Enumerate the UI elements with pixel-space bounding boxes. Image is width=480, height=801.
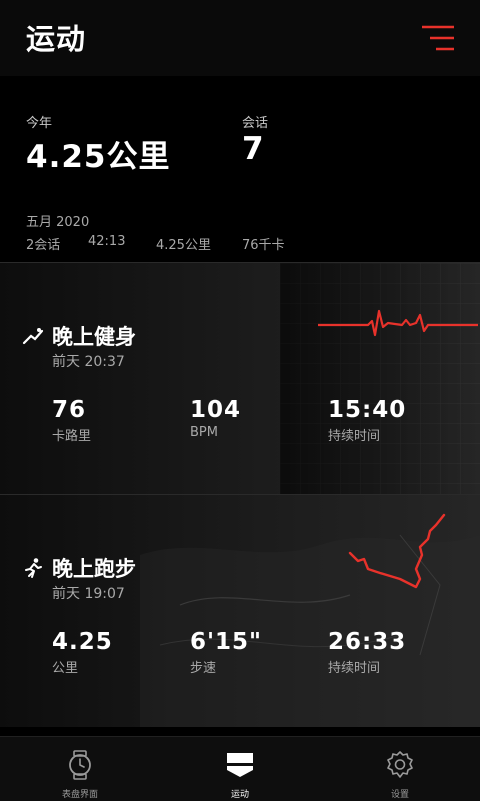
watch-icon	[69, 750, 91, 780]
workout-time: 前天 19:07	[52, 586, 125, 602]
stat-value-duration: 26:33	[328, 629, 407, 655]
stat-value-calories: 76	[52, 397, 87, 423]
gear-icon	[387, 751, 413, 778]
stat-label-pace: 步速	[190, 661, 217, 676]
menu-icon[interactable]	[420, 24, 456, 52]
stat-value-bpm: 104	[190, 397, 242, 423]
nav-item-workout[interactable]: 运动	[160, 737, 320, 801]
workout-name: 晚上跑步	[52, 557, 136, 581]
nav-label: 设置	[390, 790, 409, 800]
bottom-nav: 表盘界面 运动 设置	[0, 736, 480, 801]
workout-icon	[227, 753, 253, 777]
stat-label-distance: 公里	[52, 661, 79, 676]
grid-background	[280, 263, 480, 495]
workout-card-fitness[interactable]: 晚上健身 前天 20:37 76 卡路里 104 BPM 15:40 持续时间	[0, 262, 480, 495]
year-distance-value: 4.25公里	[26, 139, 171, 175]
month-label: 五月 2020	[26, 215, 90, 230]
stat-value-pace: 6'15"	[190, 629, 263, 655]
yearly-summary: 今年 4.25公里 会话 7 五月 2020 2会话 42:13 4.25公里 …	[0, 76, 480, 262]
year-label: 今年	[26, 116, 53, 131]
workout-time: 前天 20:37	[52, 354, 125, 370]
nav-item-settings[interactable]: 设置	[320, 737, 480, 801]
page-title: 运动	[26, 22, 87, 56]
workout-name: 晚上健身	[52, 325, 136, 349]
running-icon	[25, 558, 42, 578]
route-map-icon	[348, 513, 446, 589]
nav-label: 表盘界面	[61, 790, 98, 800]
month-sessions: 2会话	[26, 238, 61, 253]
nav-label: 运动	[230, 790, 249, 800]
app-header: 运动	[0, 0, 480, 76]
fitness-icon	[22, 328, 44, 345]
stat-label-bpm: BPM	[190, 425, 218, 440]
sessions-value: 7	[242, 131, 265, 167]
workout-card-running[interactable]: 晚上跑步 前天 19:07 4.25 公里 6'15" 步速 26:33 持续时…	[0, 494, 480, 727]
stat-label-duration: 持续时间	[328, 661, 381, 676]
heartbeat-line-icon	[318, 309, 478, 337]
stat-label-calories: 卡路里	[52, 429, 92, 444]
sessions-label: 会话	[242, 116, 269, 131]
month-duration: 42:13	[88, 234, 126, 249]
month-calories: 76千卡	[242, 238, 285, 253]
month-distance: 4.25公里	[156, 238, 211, 253]
stat-value-distance: 4.25	[52, 629, 113, 655]
stat-value-duration: 15:40	[328, 397, 407, 423]
stat-label-duration: 持续时间	[328, 429, 381, 444]
nav-item-watchface[interactable]: 表盘界面	[0, 737, 160, 801]
